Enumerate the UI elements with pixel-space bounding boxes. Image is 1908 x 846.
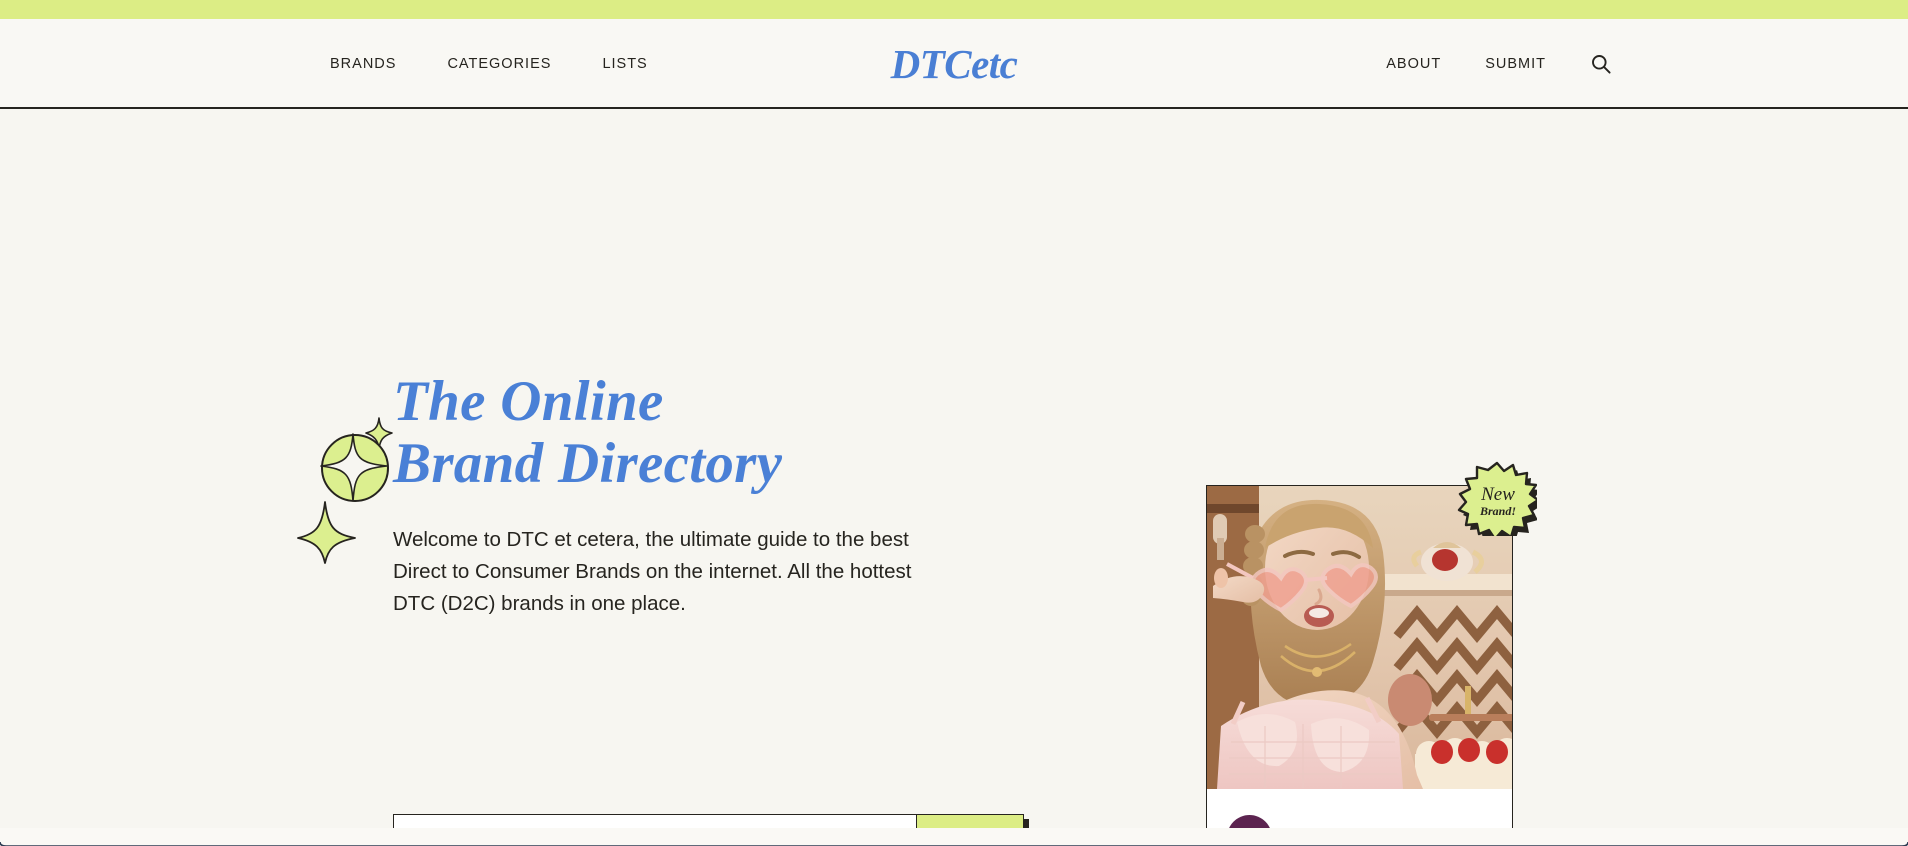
nav-link-categories[interactable]: CATEGORIES [447, 56, 551, 72]
search-button-wrapper: SEARCH [916, 814, 1029, 846]
sparkle-cluster-icon [295, 406, 407, 566]
avatar-initials: AM [1237, 828, 1263, 846]
hero-copy: The Online Brand Directory Welcome to DT… [393, 371, 1073, 620]
nav-link-about[interactable]: ABOUT [1386, 56, 1441, 72]
page-root: BRANDS CATEGORIES LISTS ABOUT SUBMIT DTC… [0, 0, 1908, 846]
search-icon[interactable] [1590, 53, 1612, 75]
nav-link-submit[interactable]: SUBMIT [1485, 56, 1546, 72]
brand-card-footer: AM Adore Me [1207, 789, 1512, 846]
featured-brand-card[interactable]: AM Adore Me [1206, 485, 1513, 846]
nav-link-brands[interactable]: BRANDS [330, 56, 396, 72]
search-button[interactable]: SEARCH [916, 814, 1024, 846]
brand-name: Adore Me [1290, 825, 1382, 846]
search-input-wrapper [393, 814, 916, 846]
hero-description: Welcome to DTC et cetera, the ultimate g… [393, 528, 912, 616]
new-brand-badge: New Brand! [1455, 458, 1537, 536]
top-accent-bar [0, 0, 1908, 19]
nav-link-lists[interactable]: LISTS [602, 56, 647, 72]
avatar: AM [1227, 815, 1272, 846]
brand-search-form: SEARCH [393, 814, 1029, 846]
search-input[interactable] [394, 815, 916, 846]
primary-nav-left: BRANDS CATEGORIES LISTS [330, 19, 648, 109]
hero-section: The Online Brand Directory Welcome to DT… [0, 111, 1908, 846]
primary-nav-right: ABOUT SUBMIT [1386, 19, 1612, 109]
site-logo-text[interactable]: DTCetc [891, 43, 1018, 85]
badge-line-2: Brand! [1479, 504, 1516, 518]
badge-line-1: New [1480, 484, 1515, 505]
page-title: The Online Brand Directory [393, 370, 783, 495]
